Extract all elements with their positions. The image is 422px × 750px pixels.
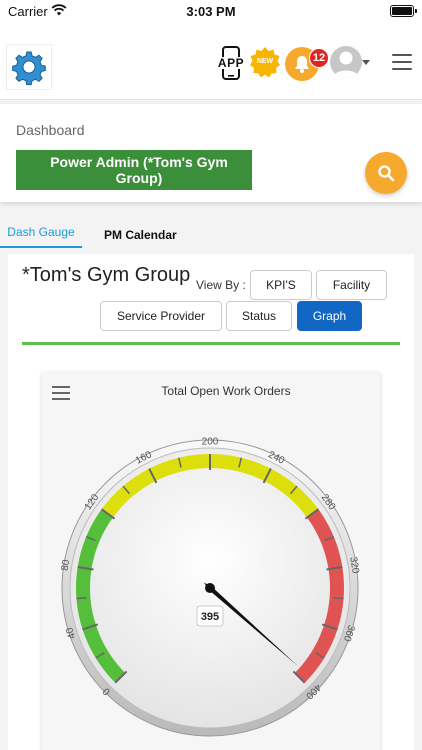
battery-icon [390,5,417,17]
chart-title: Total Open Work Orders [161,384,291,398]
settings-logo[interactable] [6,44,52,90]
app-header: APP NEW 12 [0,24,422,100]
tab-dash-gauge[interactable]: Dash Gauge [0,220,82,248]
notification-count-badge: 12 [309,48,329,68]
avatar[interactable] [330,46,362,78]
search-icon [378,165,395,182]
kpis-button[interactable]: KPI'S [250,270,312,300]
gauge-pivot [205,583,215,593]
gauge-tick-label: 80 [60,558,73,571]
gauge-tick [333,596,344,600]
org-selector-button[interactable]: Power Admin (*Tom's Gym Group) [16,150,252,190]
chevron-down-icon[interactable] [362,60,370,65]
status-button[interactable]: Status [226,301,292,331]
divider [22,342,400,345]
service-provider-button[interactable]: Service Provider [100,301,222,331]
gauge-tick-label: 200 [202,437,219,448]
graph-button[interactable]: Graph [297,301,362,331]
status-bar: Carrier 3:03 PM [0,0,422,24]
gauge-chart-card: 0 40 80 120 160 200 240 280 320 360 400 395 Total … [42,372,380,750]
app-label: APP [214,57,248,69]
gear-icon [12,51,46,86]
gauge-chart: 04080120160200240280320360400 395 [60,437,361,737]
gauge-value-label: 395 [201,611,219,623]
clock: 3:03 PM [186,4,236,19]
gauge-tick [76,596,87,600]
search-button[interactable] [365,152,407,194]
hamburger-menu-icon[interactable] [392,54,412,70]
content-card: *Tom's Gym Group View By : KPI'S Facilit… [8,254,414,750]
group-title: *Tom's Gym Group [22,264,191,286]
dashboard-label: Dashboard [16,122,85,138]
tab-pm-calendar[interactable]: PM Calendar [104,228,177,242]
new-label: NEW [256,58,274,65]
facility-button[interactable]: Facility [316,270,387,300]
user-icon [333,51,359,78]
dashboard-panel: Dashboard Power Admin (*Tom's Gym Group) [0,104,422,202]
view-by-label: View By : [196,278,246,292]
